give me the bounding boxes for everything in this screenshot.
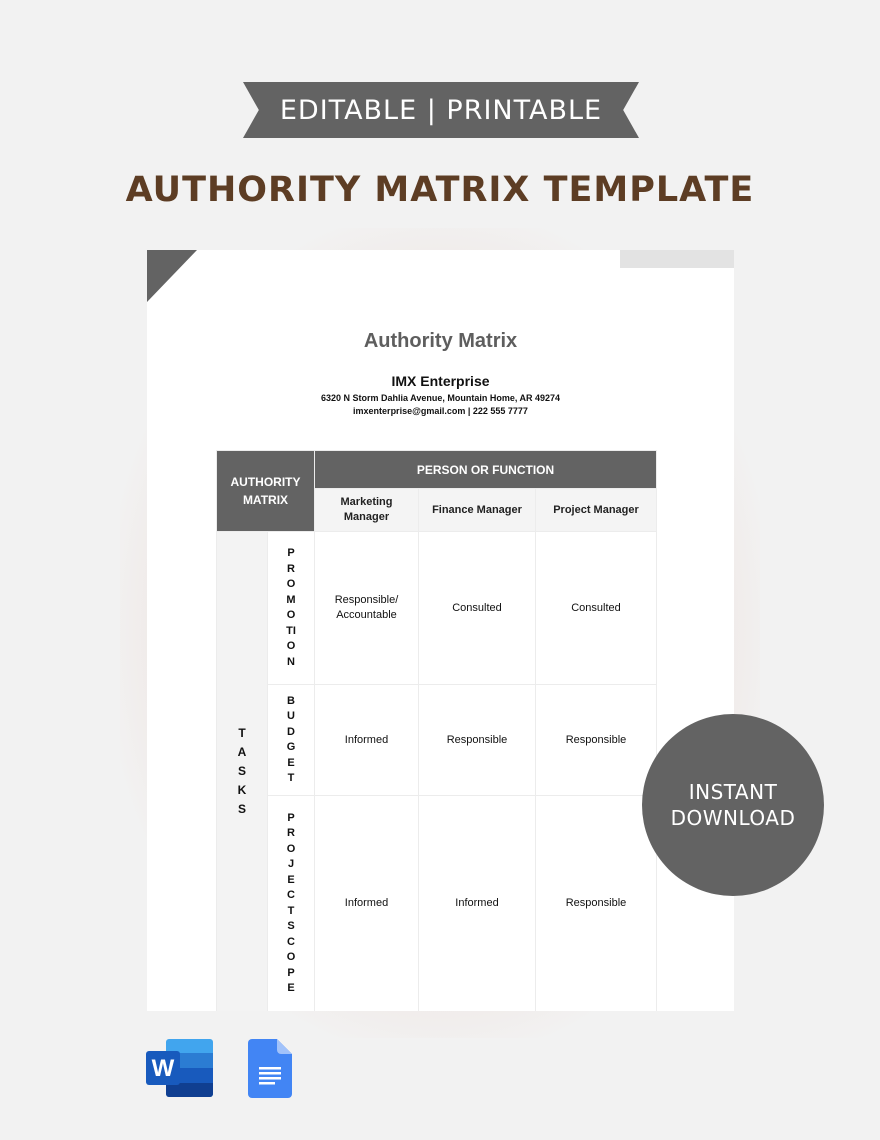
authority-matrix-table: AUTHORITY MATRIX PERSON OR FUNCTION Mark… [216, 450, 657, 1011]
matrix-cell: Responsible [535, 684, 657, 796]
table-row: PROJECT SCOPE Informed Informed Responsi… [217, 795, 657, 1011]
banner-label: EDITABLE | PRINTABLE [279, 94, 603, 126]
instant-download-badge[interactable]: INSTANT DOWNLOAD [642, 714, 824, 896]
matrix-cell: Informed [314, 684, 419, 796]
corner-header-label: AUTHORITY MATRIX [230, 475, 301, 507]
group-header: PERSON OR FUNCTION [314, 450, 657, 489]
task-name: BUDGET [267, 684, 315, 796]
task-name: PROMOTION [267, 531, 315, 685]
column-header: Finance Manager [418, 488, 536, 532]
badge-line-2: DOWNLOAD [670, 806, 796, 830]
badge-line-1: INSTANT [688, 780, 778, 804]
tasks-label: TASKS [237, 726, 247, 816]
column-header: Project Manager [535, 488, 657, 532]
company-address: 6320 N Storm Dahlia Avenue, Mountain Hom… [320, 393, 561, 403]
column-header: Marketing Manager [314, 488, 419, 532]
column-header-label: Marketing Manager [340, 496, 393, 523]
table-row: BUDGET Informed Responsible Responsible [217, 684, 657, 796]
matrix-cell: Informed [314, 795, 419, 1011]
editable-printable-banner: EDITABLE | PRINTABLE [243, 82, 639, 138]
table-row: TASKS PROMOTION Responsible/ Accountable… [216, 531, 657, 1011]
cell-value: Responsible/ Accountable [334, 594, 399, 621]
task-label: BUDGET [286, 694, 296, 785]
document-preview: Authority Matrix IMX Enterprise 6320 N S… [147, 250, 734, 1011]
company-name: IMX Enterprise [391, 373, 490, 389]
google-docs-icon[interactable] [248, 1039, 292, 1098]
matrix-cell: Responsible/ Accountable [314, 531, 419, 685]
template-headline: AUTHORITY MATRIX TEMPLATE [125, 170, 755, 210]
microsoft-word-icon[interactable]: W [146, 1038, 214, 1098]
matrix-cell: Informed [418, 795, 536, 1011]
matrix-cell: Responsible [535, 795, 657, 1011]
matrix-cell: Responsible [418, 684, 536, 796]
task-label: PROJECT SCOPE [286, 811, 298, 995]
task-label: PROMOTION [286, 547, 296, 668]
corner-header: AUTHORITY MATRIX [216, 450, 315, 532]
top-right-strip [620, 250, 734, 268]
row-group-label: TASKS [216, 531, 268, 1011]
company-contact: imxenterprise@gmail.com | 222 555 7777 [353, 406, 528, 416]
svg-text:W: W [152, 1055, 175, 1082]
matrix-cell: Consulted [535, 531, 657, 685]
task-name: PROJECT SCOPE [267, 795, 315, 1011]
corner-decoration [147, 250, 197, 302]
matrix-cell: Consulted [418, 531, 536, 685]
document-title: Authority Matrix [363, 330, 518, 352]
